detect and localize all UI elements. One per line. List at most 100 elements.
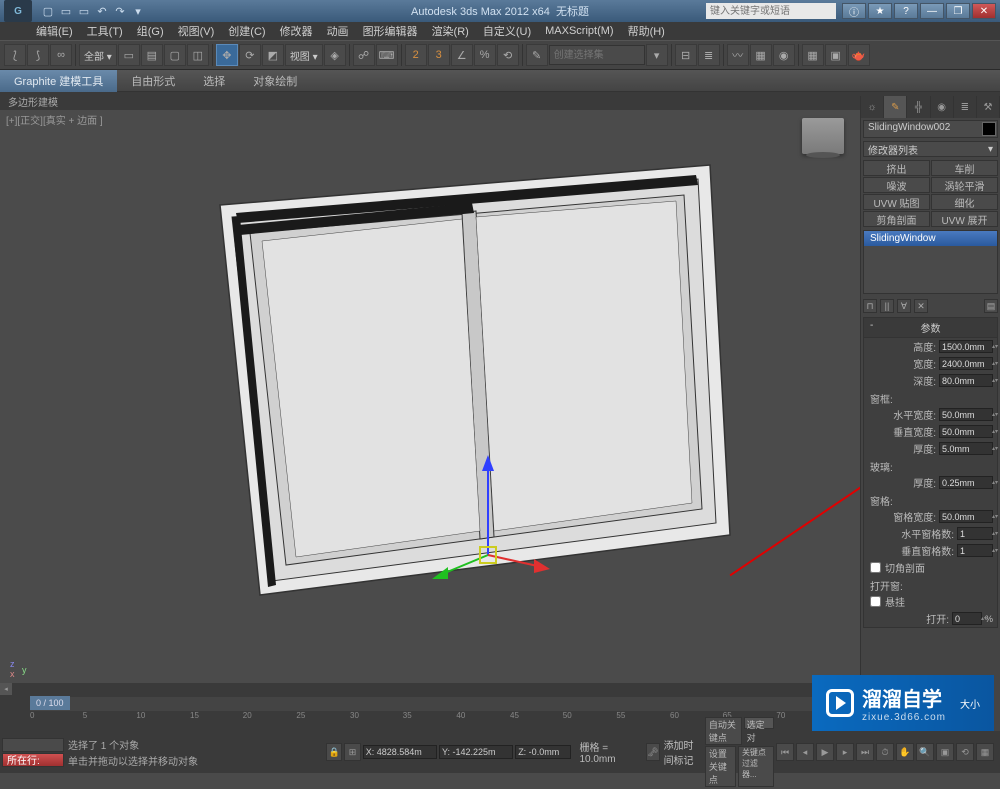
help-search-input[interactable] [706, 3, 836, 19]
keyboard-icon[interactable]: ⌨ [376, 44, 398, 66]
window-crossing-icon[interactable]: ◫ [187, 44, 209, 66]
menu-render[interactable]: 渲染(R) [426, 23, 475, 39]
info-icon[interactable]: ⓘ [842, 3, 866, 19]
mod-lathe[interactable]: 车削 [931, 160, 998, 176]
menu-edit[interactable]: 编辑(E) [30, 23, 79, 39]
viewport-h-scrollbar[interactable]: ◂▸ [0, 683, 860, 695]
snap-2d-icon[interactable]: 2 [405, 44, 427, 66]
menu-customize[interactable]: 自定义(U) [477, 23, 537, 39]
viewcube[interactable] [802, 118, 844, 154]
mirror-icon[interactable]: ▾ [646, 44, 668, 66]
percent-snap-icon[interactable]: % [474, 44, 496, 66]
unlink-icon[interactable]: ⟆ [27, 44, 49, 66]
align-icon[interactable]: ⊟ [675, 44, 697, 66]
snap-3d-icon[interactable]: 3 [428, 44, 450, 66]
mod-chamferprofile[interactable]: 剪角剖面 [863, 211, 930, 227]
select-link-icon[interactable]: ⟅ [4, 44, 26, 66]
qat-more-icon[interactable]: ▾ [130, 3, 146, 19]
checkbox-hung[interactable] [870, 596, 881, 607]
edit-named-sel-icon[interactable]: ✎ [526, 44, 548, 66]
qat-open-icon[interactable]: ▭ [58, 3, 74, 19]
abs-rel-icon[interactable]: ⊞ [344, 743, 360, 761]
rollout-header-params[interactable]: 参数 [864, 318, 997, 338]
time-slider-thumb[interactable]: 0 / 100 [30, 696, 70, 710]
menu-view[interactable]: 视图(V) [172, 23, 221, 39]
spinner-hframe[interactable]: 50.0mm [939, 408, 993, 421]
menu-help[interactable]: 帮助(H) [622, 23, 671, 39]
menu-maxscript[interactable]: MAXScript(M) [539, 25, 619, 37]
render-icon[interactable]: 🫖 [848, 44, 870, 66]
close-button[interactable]: ✕ [972, 3, 996, 19]
menu-group[interactable]: 组(G) [131, 23, 170, 39]
menu-animation[interactable]: 动画 [321, 23, 355, 39]
tab-hierarchy-icon[interactable]: ╬ [907, 96, 930, 118]
tab-motion-icon[interactable]: ◉ [931, 96, 954, 118]
add-time-tag[interactable]: 添加时间标记 [660, 737, 703, 767]
checkbox-chamfer[interactable] [870, 562, 881, 573]
auto-key-button[interactable]: 自动关键点 [705, 717, 742, 745]
select-region-icon[interactable]: ▢ [164, 44, 186, 66]
coord-z[interactable]: Z: -0.0mm [515, 745, 571, 759]
qat-save-icon[interactable]: ▭ [76, 3, 92, 19]
manip-icon[interactable]: ☍ [353, 44, 375, 66]
spinner-open[interactable]: 0 [952, 612, 982, 625]
material-editor-icon[interactable]: ◉ [773, 44, 795, 66]
spinner-rail-width[interactable]: 50.0mm [939, 510, 993, 523]
tab-display-icon[interactable]: ≣ [954, 96, 977, 118]
spinner-height[interactable]: 1500.0mm [939, 340, 993, 353]
maximize-button[interactable]: ❐ [946, 3, 970, 19]
bind-icon[interactable]: ∞ [50, 44, 72, 66]
key-selected[interactable]: 选定对 [744, 717, 774, 729]
help-search[interactable] [706, 3, 836, 19]
modifier-stack[interactable]: SlidingWindow [863, 230, 998, 294]
help-icon[interactable]: ? [894, 3, 918, 19]
coord-x[interactable]: X: 4828.584m [363, 745, 437, 759]
prev-frame-icon[interactable]: ◂ [796, 743, 814, 761]
zoom-icon[interactable]: 🔍 [916, 743, 934, 761]
key-filters[interactable]: 关键点过滤器... [738, 746, 774, 787]
layers-icon[interactable]: ≣ [698, 44, 720, 66]
time-tag-icon[interactable]: 🗝 [646, 743, 659, 761]
menu-modifiers[interactable]: 修改器 [274, 23, 319, 39]
ribbon-tab-graphite[interactable]: Graphite 建模工具 [0, 70, 117, 92]
spinner-thick[interactable]: 5.0mm [939, 442, 993, 455]
ref-coord[interactable]: 视图 ▾ [285, 44, 323, 66]
modifier-list-dropdown[interactable]: 修改器列表▾ [863, 141, 998, 157]
select-name-icon[interactable]: ▤ [141, 44, 163, 66]
pin-stack-icon[interactable]: ⊓ [863, 299, 877, 313]
tab-utilities-icon[interactable]: ⚒ [977, 96, 1000, 118]
spinner-panels-v[interactable]: 1 [957, 544, 993, 557]
zoom-extents-icon[interactable]: ▣ [936, 743, 954, 761]
menu-tools[interactable]: 工具(T) [81, 23, 129, 39]
tab-modify-icon[interactable]: ✎ [884, 96, 907, 118]
ribbon-tab-selection[interactable]: 选择 [189, 70, 239, 92]
current-line-button[interactable]: 所在行: [2, 753, 64, 767]
mod-turbosmooth[interactable]: 涡轮平滑 [931, 177, 998, 193]
viewport[interactable]: [+][正交][真实 + 边面 ] [0, 110, 860, 695]
orbit-icon[interactable]: ⟲ [956, 743, 974, 761]
show-end-icon[interactable]: || [880, 299, 894, 313]
menu-grapheditors[interactable]: 图形编辑器 [357, 23, 424, 39]
menu-create[interactable]: 创建(C) [222, 23, 271, 39]
ribbon-tab-paint[interactable]: 对象绘制 [239, 70, 311, 92]
configure-icon[interactable]: ▤ [984, 299, 998, 313]
make-unique-icon[interactable]: ∀ [897, 299, 911, 313]
stack-item-slidingwindow[interactable]: SlidingWindow [864, 231, 997, 246]
set-key-button[interactable]: 设置关键点 [705, 746, 736, 787]
pan-icon[interactable]: ✋ [896, 743, 914, 761]
scale-icon[interactable]: ◩ [262, 44, 284, 66]
mod-uvwunwrap[interactable]: UVW 展开 [931, 211, 998, 227]
next-frame-icon[interactable]: ▸ [836, 743, 854, 761]
spinner-vframe[interactable]: 50.0mm [939, 425, 993, 438]
goto-start-icon[interactable]: ⏮ [776, 743, 794, 761]
object-name-field[interactable]: SlidingWindow002 [863, 120, 998, 138]
spinner-snap-icon[interactable]: ⟲ [497, 44, 519, 66]
render-setup-icon[interactable]: ▦ [802, 44, 824, 66]
ribbon-tab-freeform[interactable]: 自由形式 [117, 70, 189, 92]
max-viewport-icon[interactable]: ▦ [976, 743, 994, 761]
remove-mod-icon[interactable]: ✕ [914, 299, 928, 313]
move-icon[interactable]: ✥ [216, 44, 238, 66]
mod-extrude[interactable]: 挤出 [863, 160, 930, 176]
curve-editor-icon[interactable]: 〰 [727, 44, 749, 66]
mod-noise[interactable]: 噪波 [863, 177, 930, 193]
